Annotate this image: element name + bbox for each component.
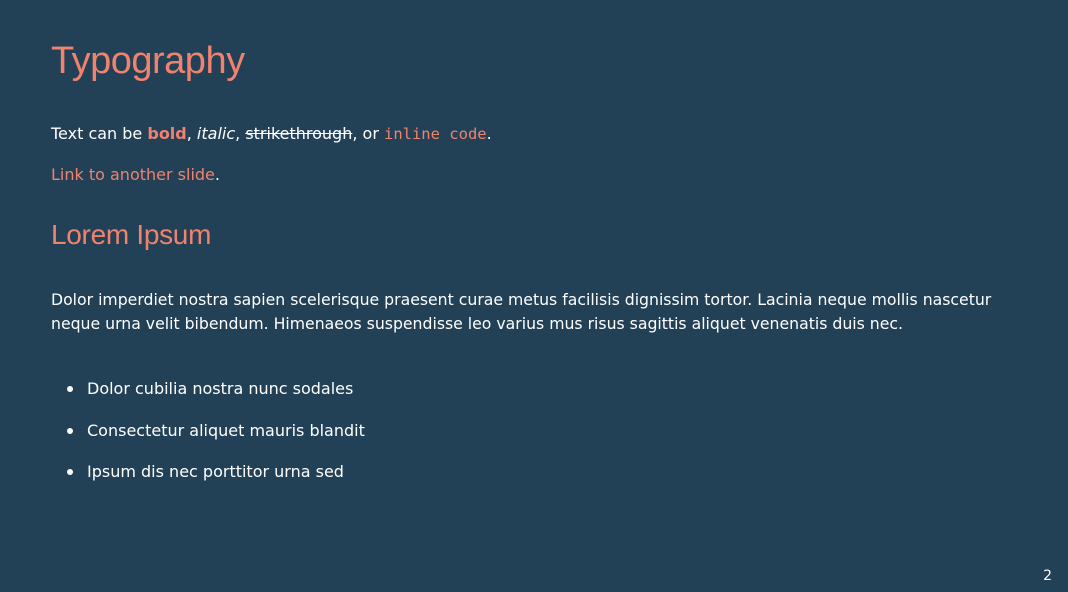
typography-intro-line: Text can be bold, italic, strikethrough,…	[51, 122, 492, 146]
link-line: Link to another slide.	[51, 163, 220, 187]
list-item: Ipsum dis nec porttitor urna sed	[51, 460, 365, 484]
link-to-another-slide[interactable]: Link to another slide	[51, 165, 215, 184]
inline-code-text: inline code	[383, 125, 487, 143]
bullet-dot-icon	[67, 386, 73, 392]
italic-text: italic	[196, 124, 236, 143]
list-item: Dolor cubilia nostra nunc sodales	[51, 377, 365, 401]
intro-suffix: .	[486, 124, 492, 143]
strikethrough-text: strikethrough	[245, 124, 353, 143]
body-paragraph: Dolor imperdiet nostra sapien scelerisqu…	[51, 290, 992, 333]
intro-sep-1: ,	[186, 124, 197, 143]
bullet-dot-icon	[67, 427, 73, 434]
slide: Typography Text can be bold, italic, str…	[0, 0, 1068, 592]
section-subtitle: Lorem Ipsum	[51, 219, 212, 250]
list-item-text: Ipsum dis nec porttitor urna sed	[87, 462, 344, 481]
list-item-text: Consectetur aliquet mauris blandit	[87, 420, 365, 440]
intro-sep-3: , or	[352, 124, 384, 143]
bold-text: bold	[147, 124, 187, 143]
bullet-list: Dolor cubilia nostra nunc sodales Consec…	[51, 377, 365, 502]
list-item: Consectetur aliquet mauris blandit	[51, 419, 365, 443]
page-number: 2	[1043, 568, 1052, 584]
intro-prefix: Text can be	[51, 124, 148, 143]
link-line-suffix: .	[214, 165, 220, 184]
slide-title: Typography	[51, 40, 245, 82]
bullet-dot-icon	[67, 469, 73, 475]
list-item-text: Dolor cubilia nostra nunc sodales	[87, 379, 354, 398]
intro-sep-2: ,	[235, 124, 246, 143]
